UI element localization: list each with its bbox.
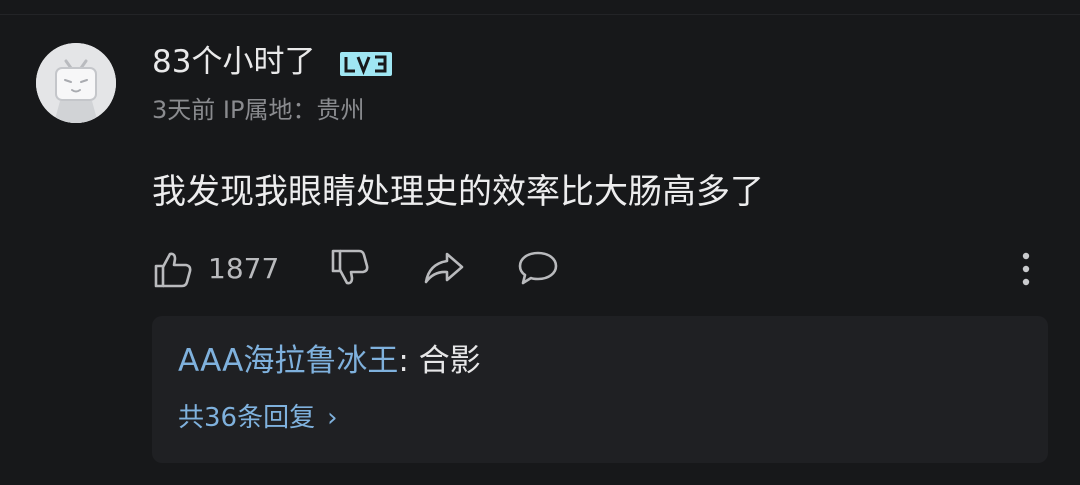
reply-separator: : xyxy=(398,343,409,379)
top-divider xyxy=(0,14,1080,15)
avatar[interactable] xyxy=(36,43,116,123)
reply-item[interactable]: AAA海拉鲁冰王: 合影 xyxy=(178,340,481,382)
view-replies-link[interactable]: 共36条回复 › xyxy=(178,400,338,436)
like-count: 1877 xyxy=(208,252,280,285)
reply-author[interactable]: AAA海拉鲁冰王 xyxy=(178,343,398,379)
chevron-right-icon: › xyxy=(327,403,338,433)
comment-card: 83个小时了 3天前 IP属地：贵州 我发现我眼睛处理史的效率比大肠高多了 18… xyxy=(0,0,1080,485)
comment-meta: 3天前 IP属地：贵州 xyxy=(152,96,365,124)
thumbs-up-icon[interactable] xyxy=(152,248,194,290)
reply-count-label: 共36条回复 xyxy=(178,403,316,433)
reply-preview[interactable]: AAA海拉鲁冰王: 合影 共36条回复 › xyxy=(152,316,1048,463)
level-badge xyxy=(340,52,392,76)
reply-text: 合影 xyxy=(418,343,481,379)
username[interactable]: 83个小时了 xyxy=(152,42,315,82)
comment-content: 我发现我眼睛处理史的效率比大肠高多了 xyxy=(152,172,764,212)
tv-mascot-icon xyxy=(36,43,116,123)
more-icon[interactable] xyxy=(1016,250,1036,288)
level-badge-icon xyxy=(340,52,392,76)
thumbs-down-icon[interactable] xyxy=(329,247,371,289)
share-icon[interactable] xyxy=(422,249,466,287)
comment-icon[interactable] xyxy=(516,248,560,288)
